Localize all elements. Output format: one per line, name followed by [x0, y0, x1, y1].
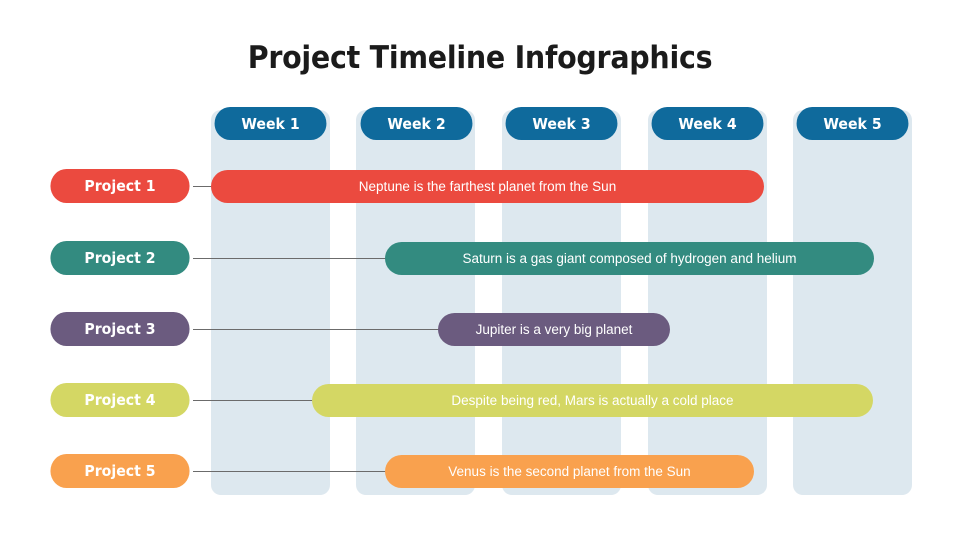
- project-label-pill-3[interactable]: Project 3: [50, 312, 190, 346]
- connector-line-3: [193, 329, 440, 330]
- week-band-1: [211, 110, 330, 495]
- page-title: Project Timeline Infographics: [247, 40, 713, 76]
- week-header-pill-3[interactable]: Week 3: [505, 107, 618, 140]
- project-label-pill-1[interactable]: Project 1: [50, 169, 190, 203]
- connector-line-5: [193, 471, 387, 472]
- week-header-pill-5[interactable]: Week 5: [796, 107, 909, 140]
- connector-line-1: [193, 186, 213, 187]
- week-band-4: [648, 110, 767, 495]
- task-bar-1[interactable]: Neptune is the farthest planet from the …: [211, 170, 764, 203]
- week-band-2: [356, 110, 475, 495]
- project-label-pill-4[interactable]: Project 4: [50, 383, 190, 417]
- task-bar-3[interactable]: Jupiter is a very big planet: [438, 313, 670, 346]
- week-header-pill-4[interactable]: Week 4: [651, 107, 764, 140]
- project-label-pill-5[interactable]: Project 5: [50, 454, 190, 488]
- week-band-3: [502, 110, 621, 495]
- connector-line-4: [193, 400, 314, 401]
- week-header-pill-2[interactable]: Week 2: [360, 107, 473, 140]
- timeline-slide: Project Timeline Infographics Week 1 Week…: [0, 0, 960, 540]
- week-header-pill-1[interactable]: Week 1: [214, 107, 327, 140]
- week-band-5: [793, 110, 912, 495]
- connector-line-2: [193, 258, 387, 259]
- task-bar-4[interactable]: Despite being red, Mars is actually a co…: [312, 384, 873, 417]
- task-bar-5[interactable]: Venus is the second planet from the Sun: [385, 455, 754, 488]
- project-label-pill-2[interactable]: Project 2: [50, 241, 190, 275]
- task-bar-2[interactable]: Saturn is a gas giant composed of hydrog…: [385, 242, 874, 275]
